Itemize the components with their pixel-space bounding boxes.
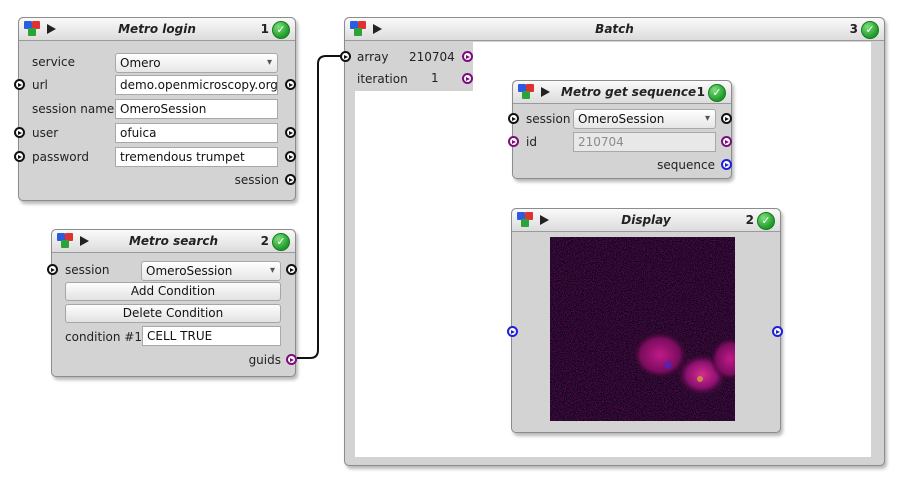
session-name-field[interactable]: OmeroSession (115, 99, 278, 119)
delete-condition-button[interactable]: Delete Condition (65, 304, 281, 323)
check-icon: ✓ (708, 84, 726, 102)
chevron-down-icon: ▾ (704, 113, 710, 124)
display-output-port[interactable] (772, 326, 783, 337)
session-output-port[interactable] (721, 113, 732, 124)
chevron-down-icon: ▾ (266, 57, 272, 68)
cell-nucleus-spot (697, 376, 703, 382)
id-output-port[interactable] (721, 136, 732, 147)
user-field[interactable]: ofuica (115, 123, 278, 143)
guids-output-label: guids (248, 353, 281, 367)
metro-login-header[interactable]: Metro login 1 ✓ (19, 18, 295, 41)
url-output-port[interactable] (285, 79, 296, 90)
node-title: Batch (595, 22, 634, 36)
service-value: Omero (120, 56, 161, 70)
display-header[interactable]: Display 2 ✓ (512, 209, 780, 232)
sequence-output-port[interactable] (721, 159, 732, 170)
session-value: OmeroSession (578, 112, 665, 126)
metro-get-sequence-header[interactable]: Metro get sequence 1 ✓ (513, 81, 731, 104)
wire-guids-to-array (297, 55, 344, 359)
array-label: array (357, 50, 389, 64)
metro-search-header[interactable]: Metro search 2 ✓ (52, 230, 295, 253)
url-field[interactable]: demo.openmicroscopy.org (115, 75, 278, 95)
password-label: password (32, 150, 89, 164)
node-number: 3 (849, 22, 858, 36)
session-select[interactable]: OmeroSession ▾ (573, 109, 716, 129)
display-node[interactable]: Display 2 ✓ (507, 208, 783, 433)
check-icon: ✓ (757, 212, 775, 230)
password-field[interactable]: tremendous trumpet (115, 147, 278, 167)
user-input-port[interactable] (14, 127, 25, 138)
session-label: session (65, 263, 110, 277)
session-output-port[interactable] (286, 264, 297, 275)
node-number: 2 (260, 234, 269, 248)
node-title: Metro search (128, 234, 219, 248)
service-select[interactable]: Omero ▾ (115, 53, 278, 73)
session-value: OmeroSession (146, 264, 233, 278)
metro-search-node[interactable]: Metro search 2 ✓ session OmeroSession ▾ … (47, 229, 297, 377)
node-number: 1 (260, 22, 269, 36)
node-title: Metro login (118, 22, 196, 36)
check-icon: ✓ (272, 21, 290, 39)
cell-nucleus-spot (664, 361, 672, 369)
sequence-output-label: sequence (657, 158, 715, 172)
password-input-port[interactable] (14, 151, 25, 162)
array-value: 210704 (409, 50, 455, 64)
session-input-port[interactable] (508, 113, 519, 124)
play-icon[interactable] (541, 87, 550, 97)
blocks-icon (518, 84, 536, 100)
chevron-down-icon: ▾ (269, 265, 275, 276)
session-select[interactable]: OmeroSession ▾ (141, 261, 281, 281)
session-output-label: session (234, 173, 279, 187)
condition-field[interactable]: CELL TRUE (142, 326, 281, 346)
display-input-port[interactable] (507, 326, 518, 337)
check-icon: ✓ (861, 21, 879, 39)
password-output-port[interactable] (285, 151, 296, 162)
session-label: session (526, 112, 571, 126)
metro-get-sequence-node[interactable]: Metro get sequence 1 ✓ session OmeroSess… (508, 80, 732, 179)
id-input-port[interactable] (508, 136, 519, 147)
node-title: Metro get sequence (561, 85, 697, 99)
service-label: service (32, 55, 75, 69)
array-input-port[interactable] (340, 51, 351, 62)
url-input-port[interactable] (14, 79, 25, 90)
user-output-port[interactable] (285, 127, 296, 138)
batch-node-header[interactable]: Batch 3 ✓ (345, 18, 884, 41)
node-title: Display (621, 213, 671, 227)
node-number: 2 (745, 213, 754, 227)
iteration-output-port[interactable] (462, 73, 473, 84)
session-output-port[interactable] (285, 174, 296, 185)
microscopy-image[interactable] (550, 237, 735, 421)
session-name-label: session name (32, 102, 115, 116)
iteration-label: iteration (357, 72, 408, 86)
user-label: user (32, 126, 59, 140)
metro-login-node[interactable]: Metro login 1 ✓ service Omero ▾ url demo… (14, 17, 296, 201)
id-field[interactable]: 210704 (573, 132, 716, 152)
add-condition-button[interactable]: Add Condition (65, 282, 281, 301)
array-output-port[interactable] (462, 51, 473, 62)
url-label: url (32, 78, 48, 92)
node-number: 1 (696, 85, 705, 99)
check-icon: ✓ (272, 233, 290, 251)
session-input-port[interactable] (47, 264, 58, 275)
condition-label: condition #1 (65, 330, 142, 344)
iteration-value: 1 (431, 71, 439, 85)
guids-output-port[interactable] (286, 354, 297, 365)
id-label: id (526, 135, 537, 149)
